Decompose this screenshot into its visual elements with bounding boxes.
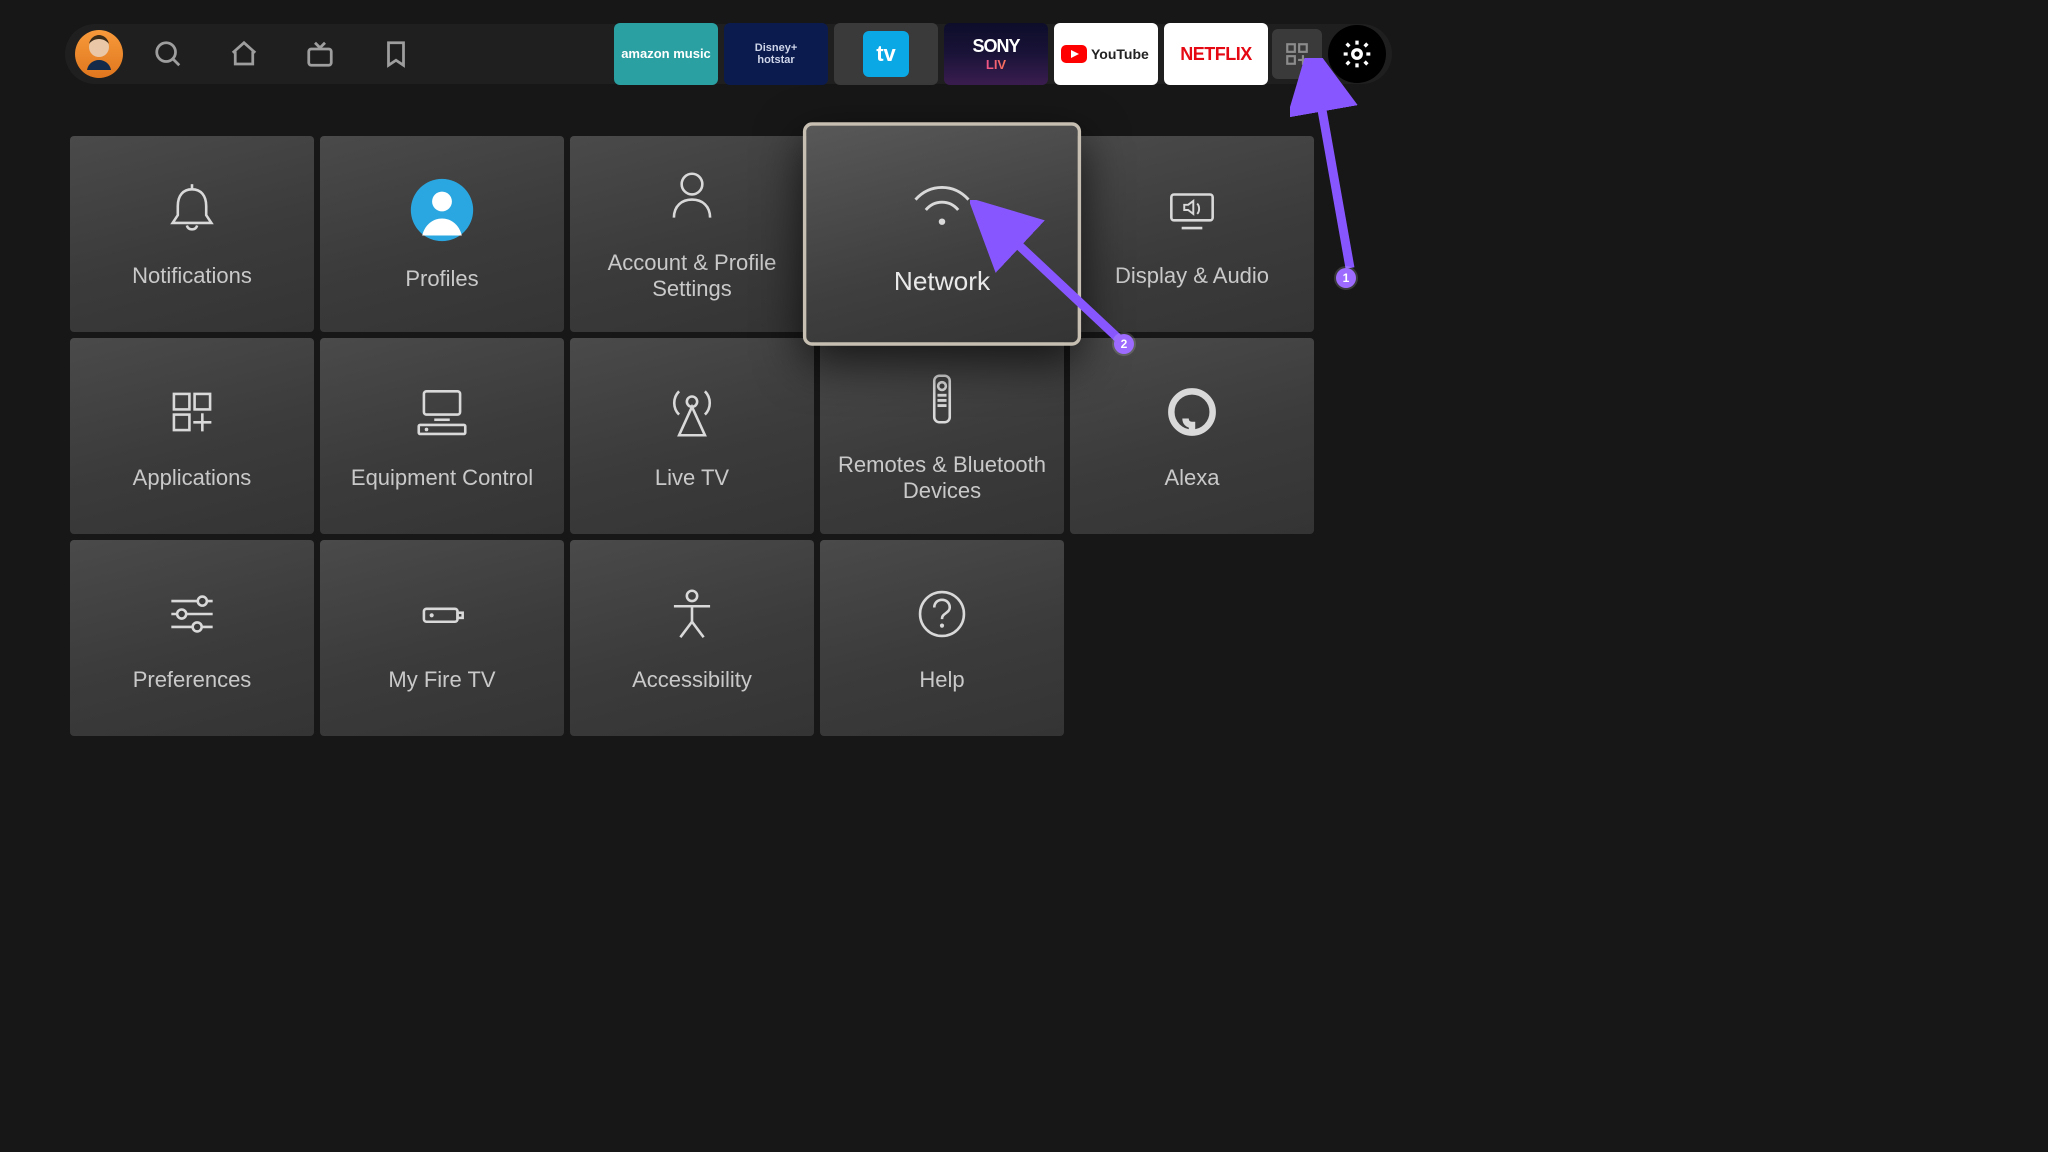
tile-label: Network	[894, 266, 990, 297]
app-shortcut-row: amazon music Disney+ hotstar tv SONY LIV…	[614, 23, 1268, 85]
bookmark-icon[interactable]	[381, 39, 411, 69]
tile-label: Remotes & Bluetooth Devices	[828, 452, 1056, 505]
settings-tile-network[interactable]: Network	[803, 122, 1081, 345]
alexa-ring-icon	[1161, 381, 1223, 443]
settings-tile-profiles[interactable]: Profiles	[320, 136, 564, 332]
settings-tile-help[interactable]: Help	[820, 540, 1064, 736]
help-icon	[911, 583, 973, 645]
tile-label: Notifications	[132, 263, 252, 289]
fire-tv-stick-icon	[411, 583, 473, 645]
settings-tile-accessibility[interactable]: Accessibility	[570, 540, 814, 736]
settings-tile-account[interactable]: Account & Profile Settings	[570, 136, 814, 332]
settings-tile-alexa[interactable]: Alexa	[1070, 338, 1314, 534]
equipment-icon	[411, 381, 473, 443]
nav-icon-row	[153, 39, 411, 69]
app-disney-hotstar[interactable]: Disney+ hotstar	[724, 23, 828, 85]
app-amazon-music[interactable]: amazon music	[614, 23, 718, 85]
search-icon[interactable]	[153, 39, 183, 69]
live-tv-icon[interactable]	[305, 39, 335, 69]
app-label: amazon music	[621, 47, 711, 61]
settings-tile-preferences[interactable]: Preferences	[70, 540, 314, 736]
wifi-icon	[907, 170, 978, 241]
remote-icon	[911, 368, 973, 430]
settings-tile-remotes[interactable]: Remotes & Bluetooth Devices	[820, 338, 1064, 534]
tile-label: Profiles	[405, 266, 478, 292]
tile-label: Live TV	[655, 465, 729, 491]
annotation-badge-1: 1	[1336, 268, 1356, 288]
tile-label: Display & Audio	[1115, 263, 1269, 289]
settings-tile-my-fire-tv[interactable]: My Fire TV	[320, 540, 564, 736]
annotation-badge-2: 2	[1114, 334, 1134, 354]
home-icon[interactable]	[229, 39, 259, 69]
bell-icon	[161, 179, 223, 241]
settings-gear-button[interactable]	[1328, 25, 1386, 83]
tile-label: Help	[919, 667, 964, 693]
tile-label: Account & Profile Settings	[578, 250, 806, 303]
sliders-icon	[161, 583, 223, 645]
app-sony-liv[interactable]: SONY LIV	[944, 23, 1048, 85]
settings-tile-display-audio[interactable]: Display & Audio	[1070, 136, 1314, 332]
tile-label: Equipment Control	[351, 465, 533, 491]
settings-tile-equipment[interactable]: Equipment Control	[320, 338, 564, 534]
tile-label: Accessibility	[632, 667, 752, 693]
tile-label: My Fire TV	[388, 667, 495, 693]
settings-tile-live-tv[interactable]: Live TV	[570, 338, 814, 534]
antenna-icon	[661, 381, 723, 443]
settings-grid: Notifications Profiles Account & Profile…	[70, 136, 1314, 736]
profile-avatar-icon	[408, 176, 476, 244]
top-nav-bar: amazon music Disney+ hotstar tv SONY LIV…	[65, 24, 1392, 84]
profile-avatar[interactable]	[75, 30, 123, 78]
youtube-label: YouTube	[1091, 46, 1149, 62]
settings-tile-notifications[interactable]: Notifications	[70, 136, 314, 332]
tile-label: Alexa	[1164, 465, 1219, 491]
accessibility-icon	[661, 583, 723, 645]
apps-grid-button[interactable]	[1272, 29, 1322, 79]
settings-tile-applications[interactable]: Applications	[70, 338, 314, 534]
app-netflix[interactable]: NETFLIX	[1164, 23, 1268, 85]
display-audio-icon	[1161, 179, 1223, 241]
apps-add-icon	[161, 381, 223, 443]
app-tv[interactable]: tv	[834, 23, 938, 85]
tile-label: Preferences	[133, 667, 252, 693]
tile-label: Applications	[133, 465, 252, 491]
app-youtube[interactable]: YouTube	[1054, 23, 1158, 85]
person-icon	[661, 166, 723, 228]
